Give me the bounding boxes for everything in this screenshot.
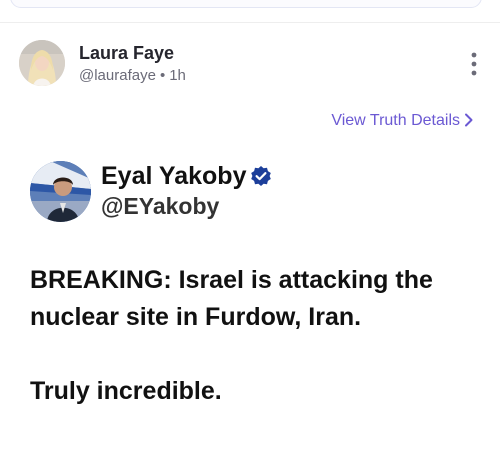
author-meta: @laurafaye • 1h bbox=[79, 67, 186, 84]
author-avatar-image bbox=[19, 40, 65, 86]
more-options-button[interactable] bbox=[467, 50, 481, 78]
post-header: Laura Faye @laurafaye • 1h bbox=[19, 40, 489, 90]
embedded-author-name: Eyal Yakoby bbox=[101, 162, 272, 191]
author-avatar[interactable] bbox=[19, 40, 65, 86]
chevron-right-icon bbox=[465, 113, 473, 127]
embedded-author-avatar bbox=[30, 161, 91, 222]
view-truth-details-label: View Truth Details bbox=[331, 112, 460, 129]
verified-badge-icon bbox=[251, 166, 272, 186]
more-vertical-icon bbox=[471, 52, 477, 76]
top-input-bar[interactable] bbox=[10, 0, 482, 8]
post-screen: Laura Faye @laurafaye • 1h View Truth Deta… bbox=[0, 0, 500, 461]
post-time: 1h bbox=[169, 67, 186, 84]
embedded-avatar-image bbox=[30, 161, 91, 222]
meta-separator: • bbox=[159, 67, 166, 84]
author-handle[interactable]: @laurafaye bbox=[79, 67, 156, 84]
divider bbox=[0, 22, 500, 23]
embedded-post-line: BREAKING: Israel is attacking the nuclea… bbox=[30, 266, 433, 331]
embedded-author-name-text: Eyal Yakoby bbox=[101, 162, 247, 190]
author-name[interactable]: Laura Faye bbox=[79, 43, 174, 64]
embedded-post-body: BREAKING: Israel is attacking the nuclea… bbox=[30, 262, 480, 410]
view-truth-details-link[interactable]: View Truth Details bbox=[331, 112, 474, 130]
embedded-post-line: Truly incredible. bbox=[30, 377, 222, 405]
embedded-author-handle: @EYakoby bbox=[101, 193, 220, 219]
